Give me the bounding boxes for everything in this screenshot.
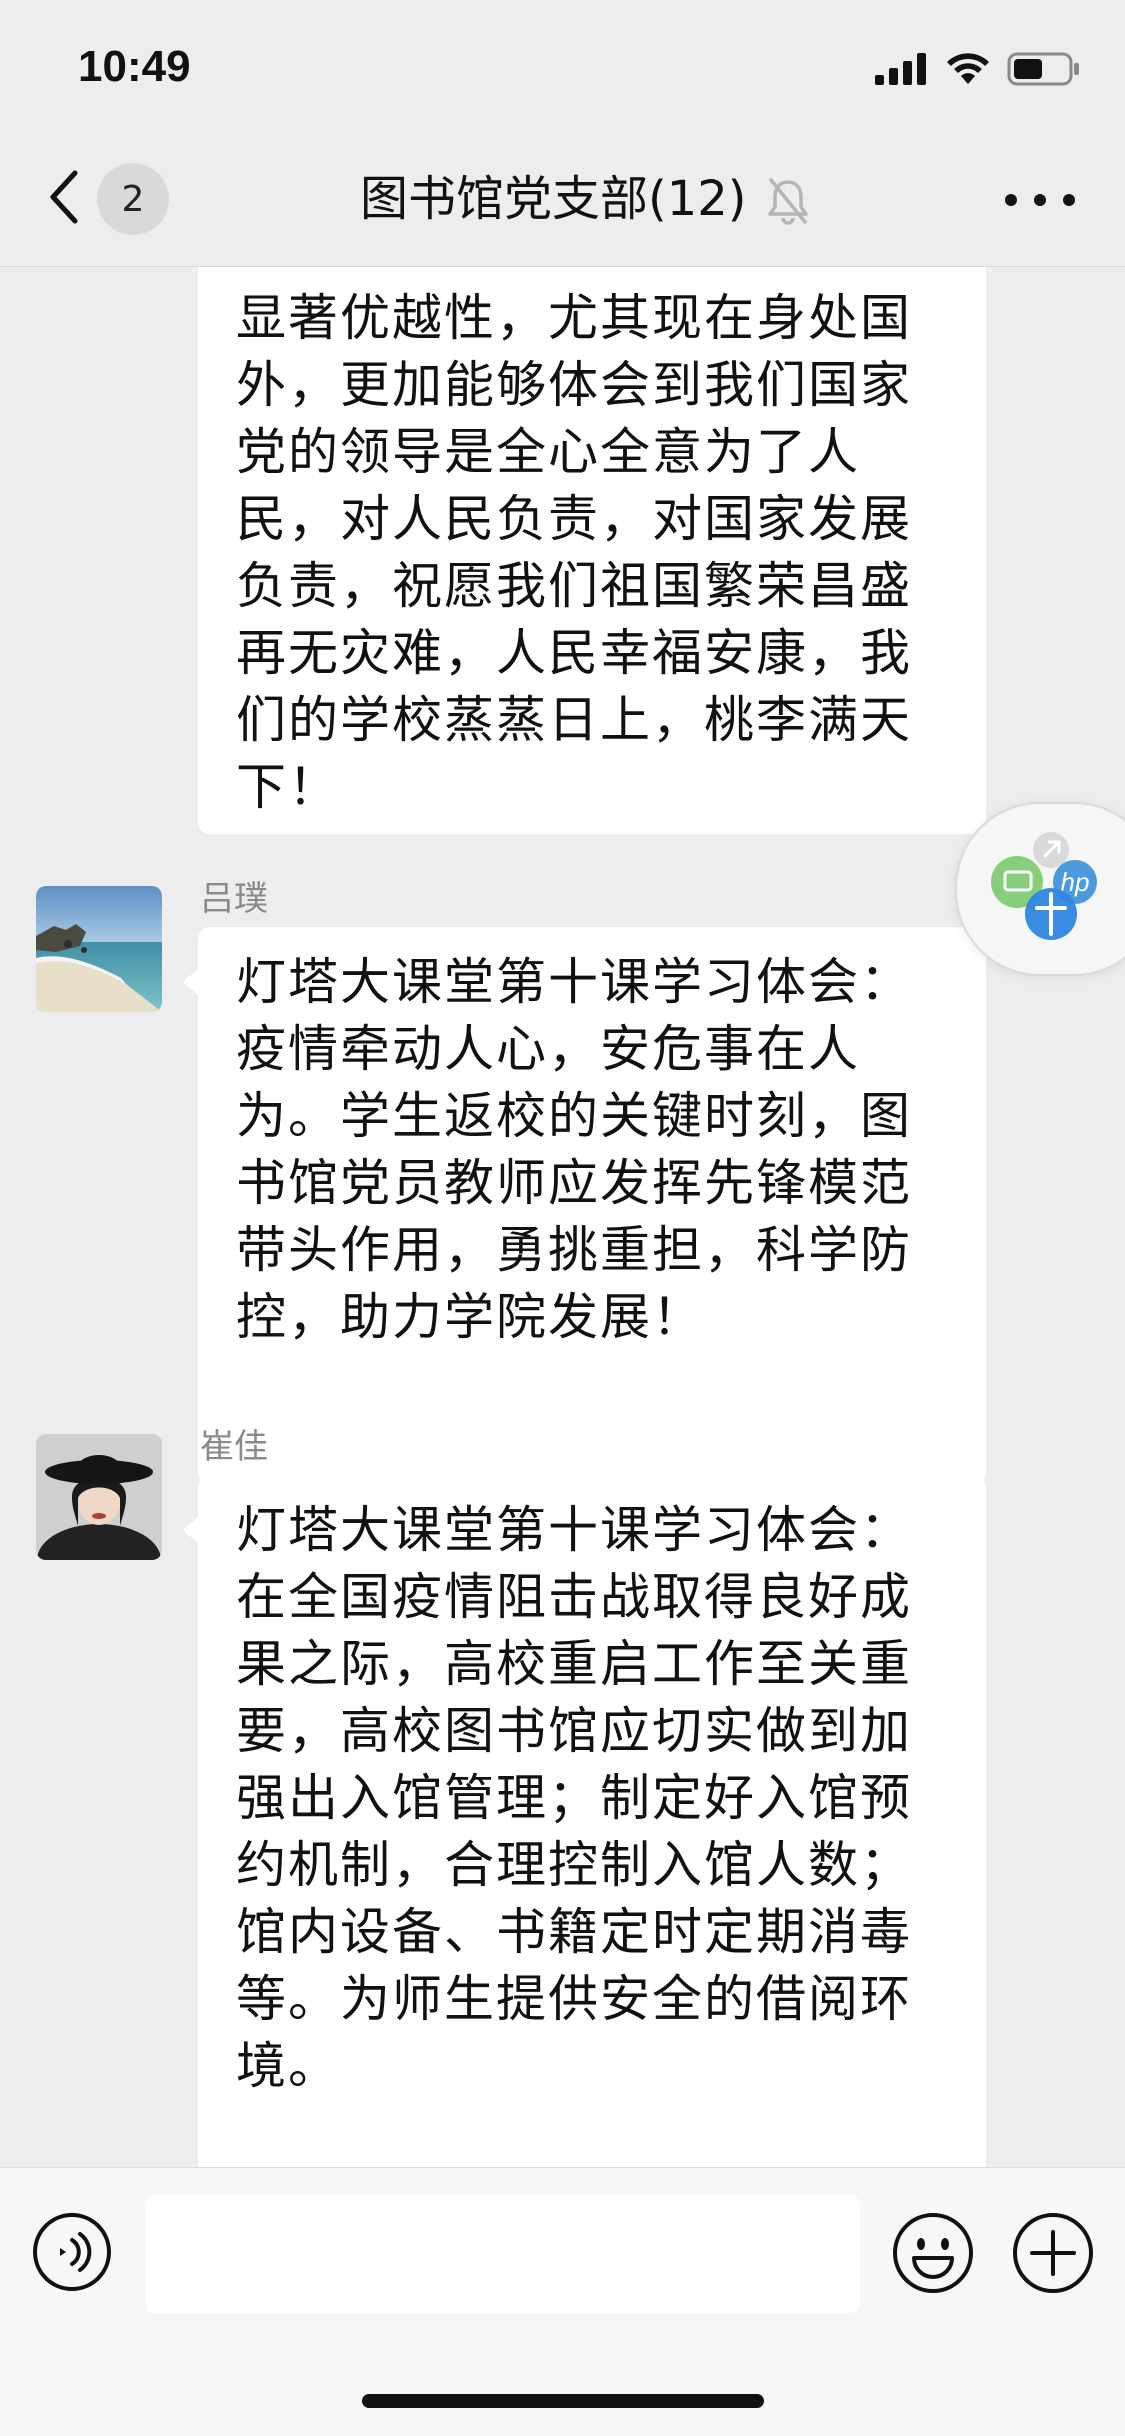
message-line: 强出入馆管理；制定好入馆预: [236, 1769, 912, 1827]
message-line: 控，助力学院发展！: [236, 1288, 704, 1346]
message-line: 们的学校蒸蒸日上，桃李满天: [236, 691, 912, 749]
status-time: 10:49: [78, 42, 191, 91]
unread-count-badge[interactable]: 2: [97, 163, 169, 235]
message-bubble[interactable]: 灯塔大课堂第十课学习体会： 疫情牵动人心，安危事在人 为。学生返校的关键时刻，图…: [198, 927, 986, 1484]
bell-muted-icon: [765, 176, 811, 230]
message-input[interactable]: [145, 2195, 860, 2313]
message-line: 约机制，合理控制入馆人数；: [236, 1836, 912, 1894]
wifi-icon: [945, 52, 991, 86]
home-indicator: [362, 2394, 764, 2408]
chat-message-list[interactable]: 显著优越性，尤其现在身处国 外，更加能够体会到我们国家 党的领导是全心全意为了人…: [0, 267, 1125, 2167]
message-line: 灯塔大课堂第十课学习体会：: [236, 1501, 912, 1559]
ellipsis-dot: [1063, 194, 1075, 206]
chat-title: 图书馆党支部(12): [360, 171, 747, 227]
signal-icon: [875, 53, 929, 85]
message-line: 民，对人民负责，对国家发展: [236, 490, 912, 548]
status-icons: [875, 52, 1081, 86]
voice-icon: [32, 2213, 112, 2296]
chat-screen: 10:49 2 图书馆党支部(12) 显著优越性，尤其现在身处国 外，更加能够体…: [0, 0, 1125, 2436]
back-button[interactable]: [44, 168, 84, 230]
portrait-avatar[interactable]: [36, 1434, 162, 1560]
message-line: 等。为师生提供安全的借阅环: [236, 1970, 912, 2028]
more-options-button[interactable]: [1005, 176, 1075, 224]
message-line: 灯塔大课堂第十课学习体会：: [236, 953, 912, 1011]
more-functions-button[interactable]: [1012, 2212, 1094, 2294]
bubble-tail: [183, 1516, 199, 1544]
message-line: 党的领导是全心全意为了人: [236, 423, 860, 481]
message-line: 再无灾难，人民幸福安康，我: [236, 624, 912, 682]
floating-assistant-widget[interactable]: hp: [955, 802, 1125, 976]
message-line: 境。: [236, 2037, 340, 2095]
input-bar: [0, 2167, 1125, 2436]
message-line: 显著优越性，尤其现在身处国: [236, 289, 912, 347]
beach-avatar[interactable]: [36, 886, 162, 1012]
message-line: 在全国疫情阻击战取得良好成: [236, 1568, 912, 1626]
emoji-icon: [892, 2213, 974, 2298]
plus-icon: [1012, 2213, 1094, 2298]
battery-icon: [1007, 52, 1081, 86]
message-line: 书馆党员教师应发挥先锋模范: [236, 1154, 912, 1212]
message-line: 外，更加能够体会到我们国家: [236, 356, 912, 414]
message-line: 疫情牵动人心，安危事在人: [236, 1020, 860, 1078]
bubble-tail: [183, 968, 199, 996]
chevron-left-icon: [47, 169, 81, 229]
message-line: 馆内设备、书籍定时定期消毒: [236, 1903, 912, 1961]
message-bubble[interactable]: 灯塔大课堂第十课学习体会： 在全国疫情阻击战取得良好成 果之际，高校重启工作至关…: [198, 1475, 986, 2167]
message-line: 要，高校图书馆应切实做到加: [236, 1702, 912, 1760]
status-bar: 10:49: [0, 0, 1125, 132]
message-line: 为。学生返校的关键时刻，图: [236, 1087, 912, 1145]
message-line: 下！: [236, 758, 340, 816]
voice-button[interactable]: [32, 2212, 112, 2292]
message-line: 果之际，高校重启工作至关重: [236, 1635, 912, 1693]
message-line: 负责，祝愿我们祖国繁荣昌盛: [236, 557, 912, 615]
message-line: 带头作用，勇挑重担，科学防: [236, 1221, 912, 1279]
message-bubble[interactable]: 显著优越性，尤其现在身处国 外，更加能够体会到我们国家 党的领导是全心全意为了人…: [198, 267, 986, 834]
sender-name: 吕璞: [200, 879, 268, 919]
ellipsis-dot: [1034, 194, 1046, 206]
ellipsis-dot: [1005, 194, 1017, 206]
nav-bar: 2 图书馆党支部(12): [0, 132, 1125, 267]
emoji-button[interactable]: [892, 2212, 974, 2294]
sender-name: 崔佳: [200, 1427, 268, 1467]
